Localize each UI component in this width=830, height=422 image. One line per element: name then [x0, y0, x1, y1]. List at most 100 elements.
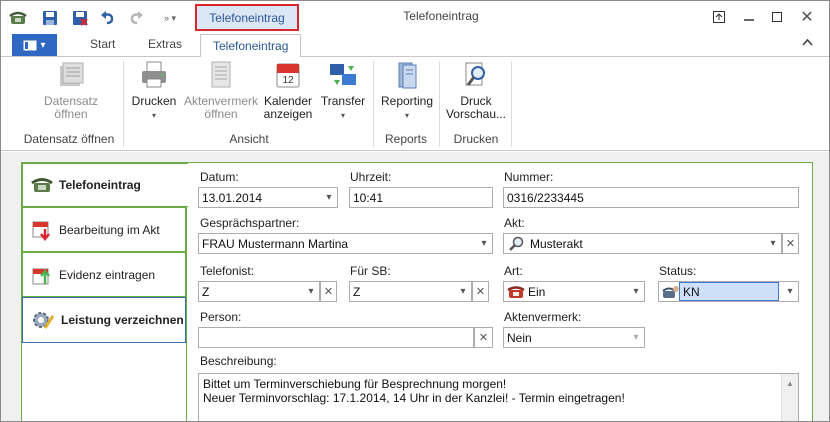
chevron-down-icon[interactable]: ▾ [627, 282, 644, 301]
beschreibung-line-1: Bittet um Terminverschiebung für Besprec… [203, 377, 507, 391]
telefonist-clear-icon[interactable]: ✕ [320, 281, 337, 302]
nummer-value: 0316/2233445 [507, 191, 584, 205]
file-menu-button[interactable]: ▾ [12, 34, 57, 56]
save-icon[interactable] [39, 8, 61, 28]
sidebar-item-label: Evidenz eintragen [59, 267, 156, 282]
beschreibung-textarea[interactable]: Bittet um Terminverschiebung für Besprec… [198, 373, 799, 421]
chevron-down-icon[interactable]: ▾ [781, 282, 798, 301]
person-field[interactable] [198, 327, 474, 348]
status-field[interactable]: KN ▾ [658, 281, 799, 302]
telefonist-value: Z [202, 285, 210, 299]
sidebar-item-evidenz-eintragen[interactable]: Evidenz eintragen [22, 252, 186, 297]
beschreibung-scrollbar[interactable]: ▲ [781, 374, 798, 421]
document-list-icon [205, 59, 237, 91]
sidebar-item-telefoneintrag[interactable]: Telefoneintrag [22, 163, 188, 207]
fuer-sb-field[interactable]: Z ▾ [349, 281, 472, 302]
transfer-button[interactable]: Transfer ▾ [319, 59, 367, 122]
uhrzeit-field[interactable]: 10:41 [349, 187, 493, 208]
undo-icon[interactable] [97, 8, 119, 28]
art-field[interactable]: Ein ▾ [503, 281, 645, 302]
akt-field[interactable]: Musterakt ▾ [503, 233, 782, 254]
search-icon[interactable] [508, 236, 524, 252]
gespraechspartner-value: FRAU Mustermann Martina [202, 237, 349, 251]
phone-user-icon [662, 286, 679, 298]
reporting-button[interactable]: Reporting ▾ [379, 59, 435, 122]
nummer-label: Nummer: [504, 170, 554, 184]
chevron-down-icon: ▾ [404, 111, 409, 120]
datensatz-oeffnen-button[interactable]: Datensatz öffnen [41, 59, 101, 121]
group-label-ansicht: Ansicht [229, 132, 269, 146]
sidebar-item-label: Bearbeitung im Akt [59, 222, 160, 237]
datum-field[interactable]: 13.01.2014 ▾ [198, 187, 338, 208]
sidebar-divider [186, 207, 187, 421]
chevron-down-icon[interactable]: ▾ [454, 282, 471, 301]
aktenvermerk-oeffnen-button[interactable]: Aktenvermerk öffnen [184, 59, 258, 121]
chevron-down-icon[interactable]: ▾ [764, 234, 781, 253]
collapse-ribbon-icon[interactable] [802, 37, 813, 49]
druck-vorschau-label-2: Vorschau... [445, 107, 507, 121]
group-label-drucken: Drucken [453, 132, 499, 146]
scroll-up-icon[interactable]: ▲ [786, 377, 794, 421]
kalender-anzeigen-button[interactable]: 12 Kalender anzeigen [261, 59, 315, 121]
aktenvermerk-field[interactable]: Nein ▾ [503, 327, 645, 348]
reporting-label: Reporting [380, 94, 434, 108]
chevron-down-icon: ▾ [40, 39, 46, 51]
datum-label: Datum: [200, 170, 239, 184]
fuer-sb-label: Für SB: [350, 264, 391, 278]
group-label-datensatz: Datensatz öffnen [23, 132, 115, 146]
report-book-icon [391, 59, 423, 91]
print-preview-icon [460, 59, 492, 91]
fuer-sb-value: Z [353, 285, 361, 299]
ribbon-display-options-icon[interactable] [705, 5, 733, 29]
chevron-down-icon: ▾ [340, 111, 345, 120]
aktenvermerk-label: Aktenvermerk: [504, 310, 582, 324]
sidebar-item-label: Telefoneintrag [59, 178, 141, 192]
title-bar: » ▾ Telefoneintrag Telefoneintrag ✕ [1, 1, 829, 33]
tab-telefoneintrag[interactable]: Telefoneintrag [200, 34, 302, 58]
close-icon[interactable]: ✕ [789, 5, 825, 29]
transfer-icon [327, 59, 359, 91]
art-value: Ein [528, 285, 546, 299]
sidebar-item-bearbeitung-im-akt[interactable]: Bearbeitung im Akt [22, 207, 186, 252]
calendar-arrow-down-icon [32, 221, 50, 241]
context-tab-label: Telefoneintrag [209, 10, 285, 25]
calendar-day-text: 12 [282, 75, 294, 86]
calendar-arrow-up-icon [32, 268, 50, 284]
context-tab-telefoneintrag[interactable]: Telefoneintrag [195, 4, 299, 31]
chevron-down-icon[interactable]: ▾ [320, 188, 337, 207]
ribbon: Datensatz öffnen Datensatz öffnen Drucke… [1, 57, 829, 151]
status-label: Status: [659, 264, 697, 278]
akt-clear-icon[interactable]: ✕ [782, 233, 799, 254]
file-menu-icon [23, 40, 37, 50]
group-separator [123, 61, 124, 147]
tab-start[interactable]: Start [90, 37, 115, 57]
fuer-sb-clear-icon[interactable]: ✕ [472, 281, 489, 302]
maximize-icon[interactable] [763, 5, 791, 29]
datensatz-label-2: öffnen [54, 107, 88, 121]
telefonist-label: Telefonist: [200, 264, 255, 278]
content-area: Telefoneintrag Bearbeitung im Akt Eviden… [1, 152, 829, 421]
customize-quick-access-icon[interactable]: » ▾ [159, 8, 181, 28]
druck-vorschau-button[interactable]: Druck Vorschau... [445, 59, 507, 121]
chevron-down-icon[interactable]: ▾ [627, 328, 644, 347]
drucken-button[interactable]: Drucken ▾ [129, 59, 179, 122]
group-separator [373, 61, 374, 147]
save-close-icon[interactable] [69, 8, 91, 28]
window-title: Telefoneintrag [403, 9, 479, 23]
aktenvermerk-value: Nein [507, 331, 532, 345]
incoming-call-icon [507, 286, 525, 298]
person-clear-icon[interactable]: ✕ [474, 327, 493, 348]
app-phone-icon[interactable] [7, 8, 29, 28]
tab-extras[interactable]: Extras [148, 37, 182, 57]
minimize-icon[interactable] [735, 5, 763, 29]
redo-icon[interactable] [125, 8, 147, 28]
form-panel: Telefoneintrag Bearbeitung im Akt Eviden… [21, 162, 813, 421]
sidebar-item-leistung-verzeichnen[interactable]: Leistung verzeichnen [22, 297, 186, 343]
group-separator [439, 61, 440, 147]
nummer-field[interactable]: 0316/2233445 [503, 187, 799, 208]
telefonist-field[interactable]: Z ▾ [198, 281, 320, 302]
chevron-down-icon[interactable]: ▾ [302, 282, 319, 301]
gespraechspartner-field[interactable]: FRAU Mustermann Martina ▾ [198, 233, 493, 254]
chevron-down-icon[interactable]: ▾ [475, 234, 492, 253]
phone-icon [31, 178, 53, 192]
